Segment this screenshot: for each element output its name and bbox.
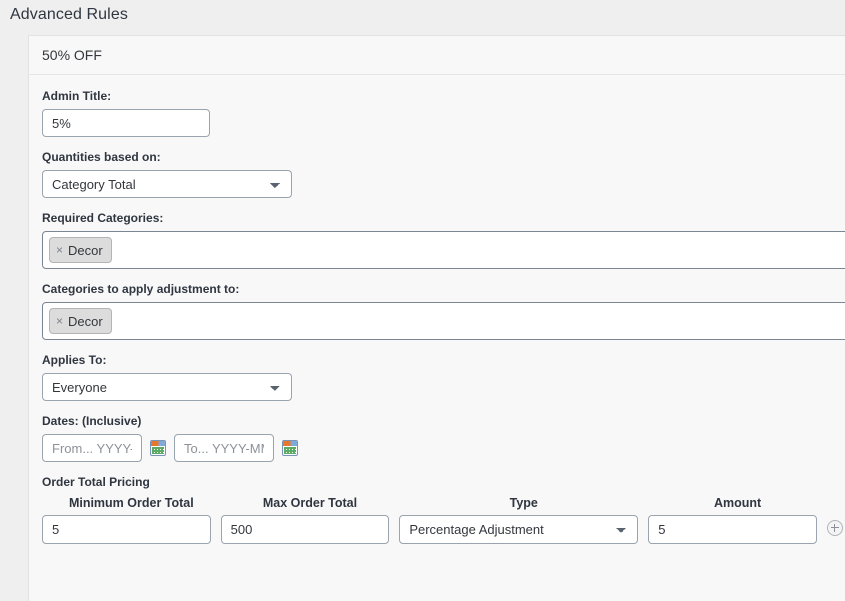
column-header-max-order-total: Max Order Total bbox=[262, 496, 358, 510]
advanced-rules-page: Advanced Rules 50% OFF Admin Title: Quan… bbox=[0, 0, 845, 601]
date-from-input[interactable] bbox=[42, 434, 142, 462]
quantities-based-on-label: Quantities based on: bbox=[42, 150, 161, 164]
amount-input[interactable] bbox=[648, 515, 817, 544]
column-header-type: Type bbox=[509, 496, 538, 510]
category-tag[interactable]: × Decor bbox=[49, 308, 112, 334]
admin-title-field: Admin Title: bbox=[42, 89, 845, 137]
applies-to-label: Applies To: bbox=[42, 353, 107, 367]
page-title: Advanced Rules bbox=[10, 6, 128, 23]
table-header-row: Minimum Order Total Max Order Total Type… bbox=[42, 496, 845, 515]
admin-title-label: Admin Title: bbox=[42, 89, 112, 103]
quantities-based-on-select[interactable]: Category Total bbox=[42, 170, 292, 198]
category-tag-label: Decor bbox=[68, 313, 103, 329]
plus-circle-icon[interactable] bbox=[826, 519, 843, 536]
column-header-minimum-order-total: Minimum Order Total bbox=[68, 496, 194, 510]
type-select[interactable]: Percentage Adjustment bbox=[399, 515, 639, 544]
cell-minimum-order-total bbox=[42, 515, 221, 544]
date-to-input[interactable] bbox=[174, 434, 274, 462]
categories-to-apply-field: Categories to apply adjustment to: × Dec… bbox=[42, 282, 845, 340]
required-categories-multiselect[interactable]: × Decor bbox=[42, 231, 845, 269]
order-total-pricing-title: Order Total Pricing bbox=[42, 475, 150, 489]
category-tag[interactable]: × Decor bbox=[49, 237, 112, 263]
order-total-pricing-table: Minimum Order Total Max Order Total Type… bbox=[42, 496, 845, 544]
minimum-order-total-input[interactable] bbox=[42, 515, 211, 544]
table-row: Percentage Adjustment bbox=[42, 515, 845, 544]
applies-to-select[interactable]: Everyone bbox=[42, 373, 292, 401]
cell-add-row bbox=[826, 515, 845, 544]
dates-field: Dates: (Inclusive) bbox=[42, 414, 845, 462]
applies-to-field: Applies To: Everyone bbox=[42, 353, 845, 401]
calendar-icon[interactable] bbox=[150, 440, 166, 456]
rule-panel-body: Admin Title: Quantities based on: Catego… bbox=[29, 75, 845, 544]
remove-tag-icon[interactable]: × bbox=[56, 315, 63, 327]
categories-to-apply-multiselect[interactable]: × Decor bbox=[42, 302, 845, 340]
max-order-total-input[interactable] bbox=[220, 515, 390, 544]
dates-label: Dates: (Inclusive) bbox=[42, 414, 142, 428]
quantities-based-on-field: Quantities based on: Category Total bbox=[42, 150, 845, 198]
column-header-actions bbox=[827, 496, 845, 515]
cell-amount bbox=[648, 515, 827, 544]
rule-panel-header-title: 50% OFF bbox=[29, 36, 845, 75]
order-total-pricing-section: Order Total Pricing Minimum Order Total … bbox=[42, 475, 845, 544]
cell-max-order-total bbox=[220, 515, 400, 544]
rule-panel: 50% OFF Admin Title: Quantities based on… bbox=[28, 35, 845, 601]
required-categories-field: Required Categories: × Decor bbox=[42, 211, 845, 269]
column-header-amount: Amount bbox=[713, 496, 762, 510]
admin-title-input[interactable] bbox=[42, 109, 210, 137]
category-tag-label: Decor bbox=[68, 242, 103, 258]
remove-tag-icon[interactable]: × bbox=[56, 244, 63, 256]
required-categories-label: Required Categories: bbox=[42, 211, 164, 225]
calendar-icon[interactable] bbox=[282, 440, 298, 456]
categories-to-apply-label: Categories to apply adjustment to: bbox=[42, 282, 240, 296]
cell-type: Percentage Adjustment bbox=[399, 515, 648, 544]
dates-row bbox=[42, 434, 845, 462]
